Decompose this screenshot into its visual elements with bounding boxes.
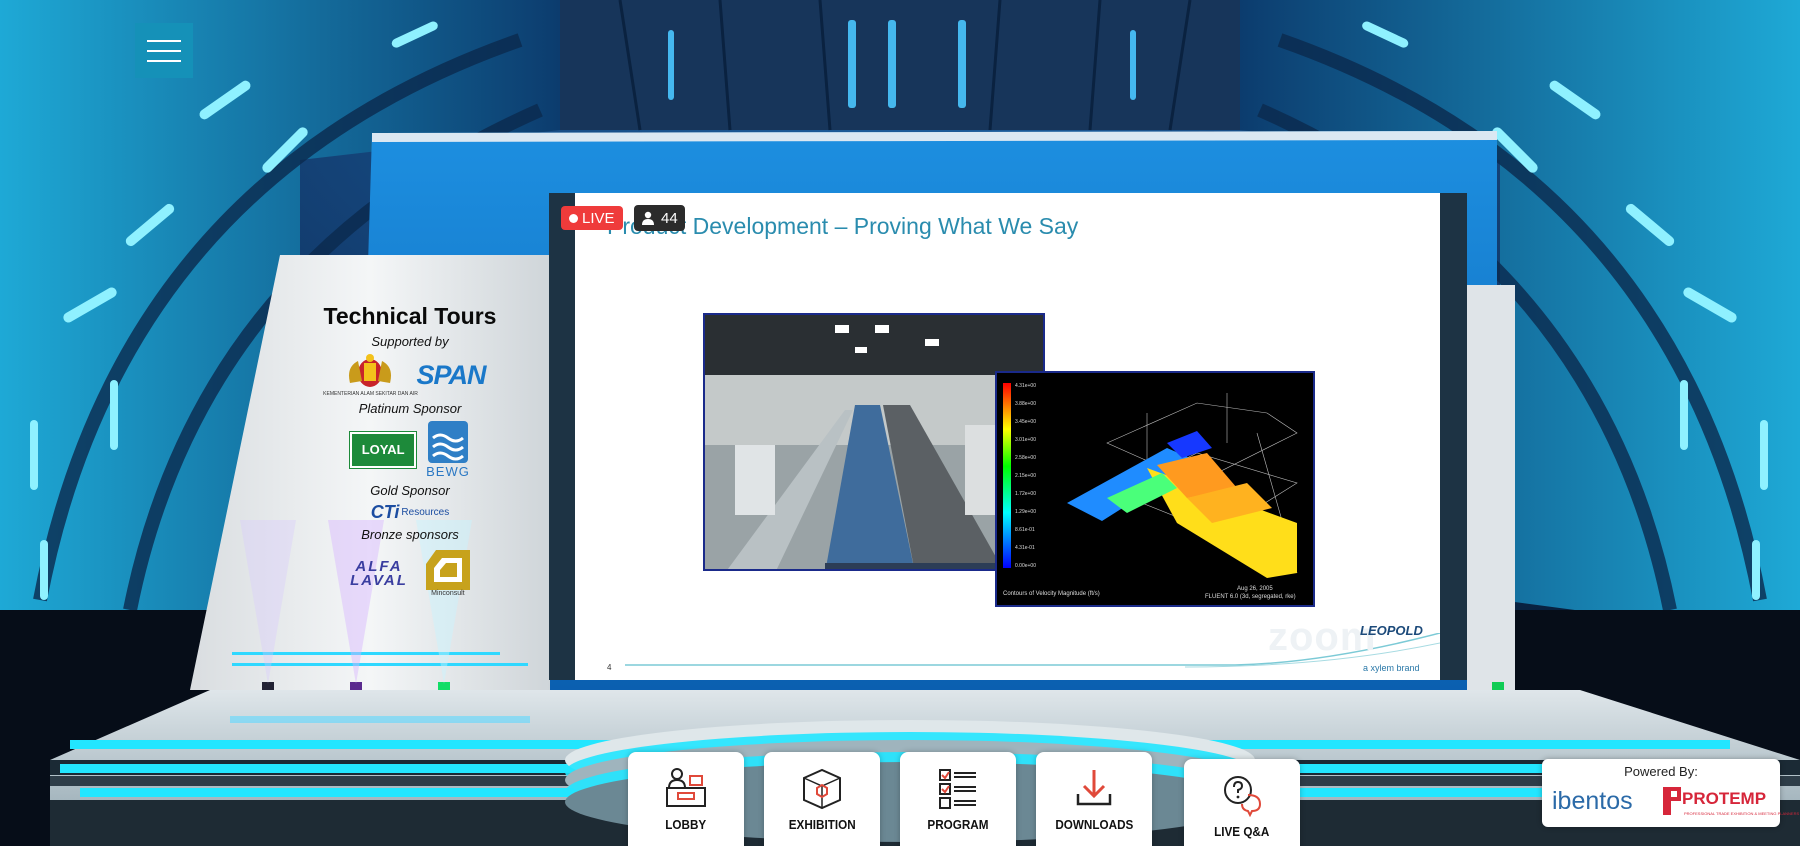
menu-line <box>147 49 181 52</box>
menu-line <box>147 59 181 62</box>
powered-by-panel: Powered By: ibentos PROTEMP PROFESSIONAL… <box>1542 759 1799 827</box>
nav-lobby-label: LOBBY <box>665 817 707 832</box>
cfd-scale-label: 4.31e-01 <box>1015 545 1035 551</box>
minconsult-mark-icon <box>425 550 470 590</box>
minconsult-logo[interactable]: Minconsult <box>425 550 470 597</box>
loyal-logo[interactable]: LOYAL <box>349 430 418 469</box>
nav-exhibition-label: EXHIBITION <box>788 817 856 832</box>
protemp-mark-icon <box>1663 787 1681 815</box>
cfd-date: Aug 26, 2005 <box>1237 586 1273 592</box>
viewer-count: 44 <box>661 209 678 227</box>
lab-photo <box>703 313 1045 571</box>
viewer-count-badge: 44 <box>634 205 685 231</box>
bronze-sponsors-label: Bronze sponsors <box>361 527 459 542</box>
nav-program-button[interactable]: PROGRAM <box>900 752 1016 846</box>
cfd-solver: FLUENT 6.0 (3d, segregated, rke) <box>1205 594 1296 600</box>
nav-downloads-button[interactable]: DOWNLOADS <box>1036 752 1152 846</box>
sponsor-board-title: Technical Tours <box>323 303 497 329</box>
lab-photo-image <box>705 315 1043 569</box>
live-dot-icon <box>569 213 578 223</box>
cfd-plot: 4.31e+00 3.88e+00 3.45e+00 3.01e+00 2.58e+00… <box>997 373 1313 605</box>
reception-desk-icon <box>666 768 706 807</box>
cti-logo[interactable]: CTi Resources <box>371 502 449 523</box>
powered-by-label: Powered By: <box>1624 764 1698 779</box>
nav-program-label: PROGRAM <box>927 817 989 832</box>
live-stream-screen[interactable]: Product Development – Proving What We Sa… <box>549 193 1467 680</box>
cfd-scale-label: 8.61e-01 <box>1015 527 1035 533</box>
cfd-scale-label: 2.15e+00 <box>1015 473 1036 479</box>
bewg-text: BEWG <box>426 464 470 479</box>
slide-number: 4 <box>607 663 612 672</box>
nav-exhibition-button[interactable]: EXHIBITION <box>764 752 880 846</box>
presentation-slide: Product Development – Proving What We Sa… <box>575 193 1440 680</box>
nav-lobby-button[interactable]: LOBBY <box>628 752 744 846</box>
cfd-scale-label: 1.72e+00 <box>1015 491 1036 497</box>
live-badge: LIVE <box>561 206 623 230</box>
kementerian-text: KEMENTERIAN ALAM SEKITAR DAN AIR <box>323 391 418 397</box>
platinum-sponsor-label: Platinum Sponsor <box>358 401 462 416</box>
menu-line <box>147 39 181 42</box>
cfd-scale-label: 4.31e+00 <box>1015 383 1036 389</box>
chat-question-icon <box>1224 776 1262 817</box>
nav-downloads-label: DOWNLOADS <box>1054 817 1133 832</box>
checklist-icon <box>939 769 976 809</box>
bewg-wave-icon <box>427 421 468 463</box>
protemp-logo[interactable]: PROTEMP <box>1682 789 1766 809</box>
bewg-logo[interactable]: BEWG <box>426 420 470 479</box>
nav-live-qa-button[interactable]: LIVE Q&A <box>1184 759 1300 846</box>
kementerian-logo[interactable]: KEMENTERIAN ALAM SEKITAR DAN AIR <box>323 353 418 397</box>
hamburger-menu-button[interactable] <box>135 23 193 78</box>
bronze-logos: ALFA LAVAL Minconsult <box>305 550 515 597</box>
platinum-logos: LOYAL BEWG <box>305 420 515 479</box>
cfd-simulation-image: 4.31e+00 3.88e+00 3.45e+00 3.01e+00 2.58e+00… <box>995 371 1315 607</box>
cfd-scale-label: 2.58e+00 <box>1015 455 1036 461</box>
exhibition-booth-icon <box>803 768 841 810</box>
nav-live-qa-label: LIVE Q&A <box>1214 824 1270 839</box>
protemp-subtitle: PROFESSIONAL TRADE EXHIBITION & MEETING … <box>1684 811 1800 816</box>
coat-of-arms-icon <box>349 354 392 387</box>
cfd-scale-label: 1.29e+00 <box>1015 509 1036 515</box>
leopold-logo: LEOPOLD <box>1360 623 1423 638</box>
minconsult-text: Minconsult <box>431 590 465 597</box>
supported-by-label: Supported by <box>371 334 449 349</box>
span-logo[interactable]: SPAN <box>416 360 486 391</box>
cfd-caption: Contours of Velocity Magnitude (ft/s) <box>1003 591 1100 597</box>
sponsor-board: Technical Tours Supported by KEMENTERIAN… <box>305 295 515 640</box>
live-label: LIVE <box>582 209 615 227</box>
cfd-scale-label: 0.00e+00 <box>1015 563 1036 569</box>
ibentos-logo[interactable]: ibentos <box>1552 787 1633 816</box>
cfd-scale-label: 3.01e+00 <box>1015 437 1036 443</box>
user-icon <box>642 211 654 225</box>
cti-text: CTi <box>370 502 400 522</box>
alfa-laval-logo[interactable]: ALFA LAVAL <box>350 559 408 589</box>
virtual-stage: Technical Tours Supported by KEMENTERIAN… <box>0 0 1800 846</box>
xylem-brand-text: a xylem brand <box>1363 663 1420 673</box>
supporter-logos: KEMENTERIAN ALAM SEKITAR DAN AIR SPAN <box>305 353 515 397</box>
laval-text: LAVAL <box>350 571 408 589</box>
gold-sponsor-label: Gold Sponsor <box>370 483 450 498</box>
cfd-scale-label: 3.88e+00 <box>1015 401 1036 407</box>
cfd-scale-label: 3.45e+00 <box>1015 419 1036 425</box>
download-icon <box>1076 770 1112 806</box>
cti-resources-text: Resources <box>401 507 450 518</box>
gold-logos: CTi Resources <box>305 502 515 523</box>
